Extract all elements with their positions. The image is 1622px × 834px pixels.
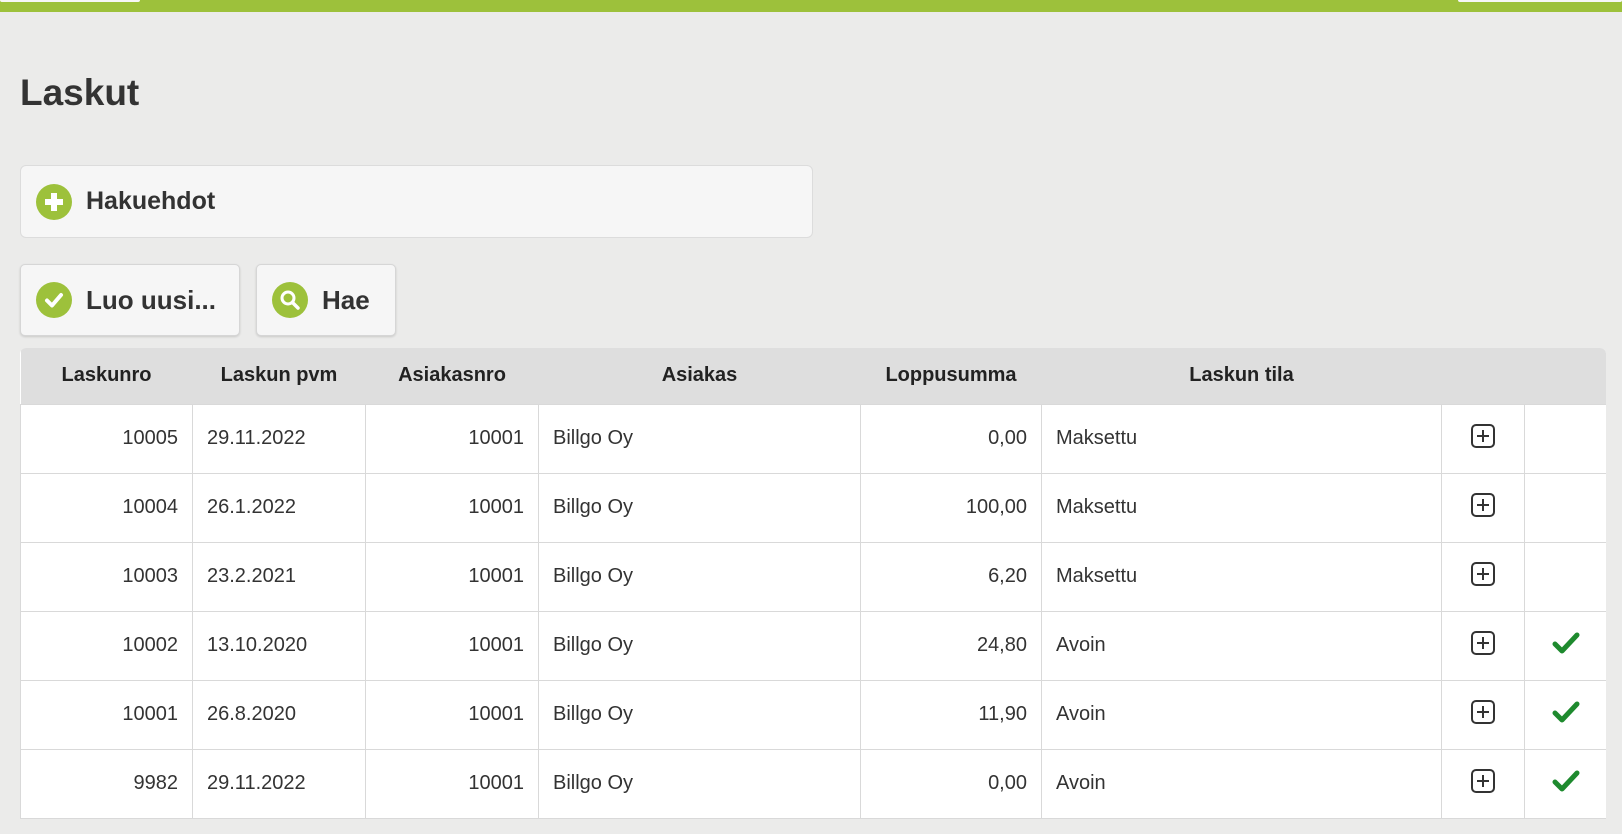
search-criteria-label: Hakuehdot (86, 187, 216, 215)
table-header-row: Laskunro Laskun pvm Asiakasnro Asiakas L… (20, 348, 1607, 404)
expand-plus-icon[interactable] (1470, 423, 1496, 455)
cell-invoice-date: 26.1.2022 (192, 472, 366, 543)
search-button[interactable]: Hae (256, 264, 396, 336)
header-total[interactable]: Loppusumma (861, 348, 1042, 404)
cell-expand (1441, 610, 1525, 681)
expand-plus-icon[interactable] (1470, 699, 1496, 731)
expand-plus-icon[interactable] (1470, 561, 1496, 593)
table-row[interactable]: 10005 29.11.2022 10001 Billgo Oy 0,00 Ma… (20, 403, 1606, 474)
search-criteria-toggle[interactable]: Hakuehdot (20, 165, 813, 238)
cell-expand (1441, 403, 1525, 474)
cell-invoice-no: 9982 (20, 748, 193, 819)
cell-open-flag (1524, 403, 1606, 474)
table-row[interactable]: 9982 29.11.2022 10001 Billgo Oy 0,00 Avo… (20, 748, 1606, 819)
cell-customer-no: 10001 (365, 403, 539, 474)
cell-expand (1441, 679, 1525, 750)
page-title: Laskut (20, 72, 140, 113)
cell-status: Avoin (1041, 748, 1442, 819)
cell-open-flag (1524, 679, 1606, 750)
cell-customer: Billgo Oy (538, 541, 861, 612)
cell-invoice-no: 10001 (20, 679, 193, 750)
plus-circle-icon (36, 183, 72, 220)
cell-open-flag (1524, 472, 1606, 543)
cell-customer-no: 10001 (365, 541, 539, 612)
cell-status: Maksettu (1041, 472, 1442, 543)
check-icon (1552, 631, 1580, 661)
table-row[interactable]: 10002 13.10.2020 10001 Billgo Oy 24,80 A… (20, 610, 1606, 681)
expand-plus-icon[interactable] (1470, 492, 1496, 524)
cell-invoice-date: 29.11.2022 (192, 748, 366, 819)
cell-customer-no: 10001 (365, 748, 539, 819)
create-new-button[interactable]: Luo uusi... (20, 264, 240, 336)
top-bar (0, 0, 1622, 12)
cell-customer: Billgo Oy (538, 610, 861, 681)
cell-invoice-date: 29.11.2022 (192, 403, 366, 474)
search-label: Hae (322, 284, 370, 315)
header-customer-no[interactable]: Asiakasnro (366, 348, 539, 404)
header-invoice-date[interactable]: Laskun pvm (193, 348, 366, 404)
cell-invoice-date: 26.8.2020 (192, 679, 366, 750)
cell-total: 0,00 (860, 748, 1042, 819)
cell-open-flag (1524, 748, 1606, 819)
top-tab-left[interactable] (0, 0, 140, 2)
cell-total: 24,80 (860, 610, 1042, 681)
expand-plus-icon[interactable] (1470, 630, 1496, 662)
cell-invoice-no: 10002 (20, 610, 193, 681)
cell-customer: Billgo Oy (538, 679, 861, 750)
cell-total: 0,00 (860, 403, 1042, 474)
cell-status: Avoin (1041, 679, 1442, 750)
header-expand (1442, 348, 1525, 404)
cell-customer: Billgo Oy (538, 748, 861, 819)
check-circle-icon (36, 282, 72, 318)
cell-customer: Billgo Oy (538, 472, 861, 543)
header-customer[interactable]: Asiakas (539, 348, 861, 404)
cell-expand (1441, 472, 1525, 543)
cell-customer-no: 10001 (365, 472, 539, 543)
header-status[interactable]: Laskun tila (1042, 348, 1442, 404)
check-icon (1552, 769, 1580, 799)
cell-customer-no: 10001 (365, 610, 539, 681)
cell-invoice-no: 10005 (20, 403, 193, 474)
invoice-table: Laskunro Laskun pvm Asiakasnro Asiakas L… (20, 348, 1606, 819)
cell-invoice-no: 10003 (20, 541, 193, 612)
cell-expand (1441, 748, 1525, 819)
cell-customer: Billgo Oy (538, 403, 861, 474)
header-open-flag (1525, 348, 1607, 404)
cell-invoice-date: 23.2.2021 (192, 541, 366, 612)
header-invoice-no[interactable]: Laskunro (21, 348, 193, 404)
cell-open-flag (1524, 610, 1606, 681)
cell-status: Maksettu (1041, 403, 1442, 474)
top-tab-right[interactable] (1458, 0, 1622, 2)
expand-plus-icon[interactable] (1470, 768, 1496, 800)
magnifier-icon (272, 282, 308, 318)
cell-total: 6,20 (860, 541, 1042, 612)
cell-status: Avoin (1041, 610, 1442, 681)
table-row[interactable]: 10004 26.1.2022 10001 Billgo Oy 100,00 M… (20, 472, 1606, 543)
cell-invoice-date: 13.10.2020 (192, 610, 366, 681)
cell-total: 100,00 (860, 472, 1042, 543)
table-row[interactable]: 10001 26.8.2020 10001 Billgo Oy 11,90 Av… (20, 679, 1606, 750)
table-row[interactable]: 10003 23.2.2021 10001 Billgo Oy 6,20 Mak… (20, 541, 1606, 612)
cell-total: 11,90 (860, 679, 1042, 750)
cell-invoice-no: 10004 (20, 472, 193, 543)
check-icon (1552, 700, 1580, 730)
cell-customer-no: 10001 (365, 679, 539, 750)
create-new-label: Luo uusi... (86, 284, 216, 315)
cell-open-flag (1524, 541, 1606, 612)
cell-status: Maksettu (1041, 541, 1442, 612)
cell-expand (1441, 541, 1525, 612)
